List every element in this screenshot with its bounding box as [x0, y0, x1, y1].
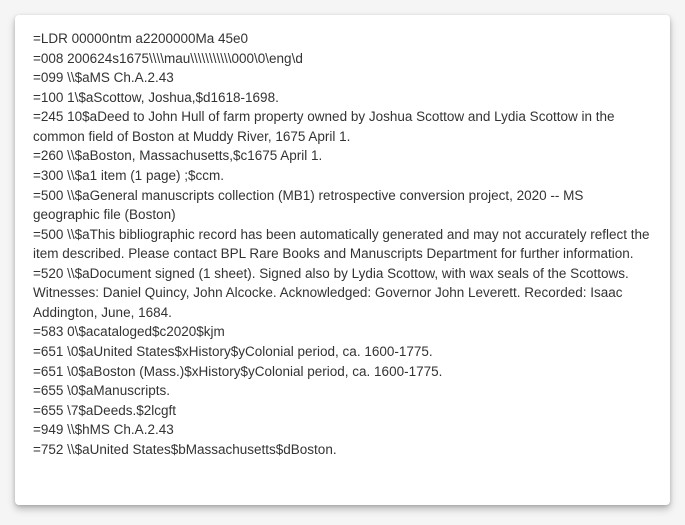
- marc-field-line: =500 \\$aGeneral manuscripts collection …: [33, 186, 652, 225]
- marc-field-line: =245 10$aDeed to John Hull of farm prope…: [33, 107, 652, 146]
- marc-field-line: =LDR 00000ntm a2200000Ma 45e0: [33, 29, 652, 49]
- marc-field-line: =520 \\$aDocument signed (1 sheet). Sign…: [33, 264, 652, 323]
- marc-field-line: =949 \\$hMS Ch.A.2.43: [33, 420, 652, 440]
- marc-field-line: =583 0\$acataloged$c2020$kjm: [33, 322, 652, 342]
- marc-record-card: =LDR 00000ntm a2200000Ma 45e0=008 200624…: [15, 15, 670, 505]
- marc-field-line: =500 \\$aThis bibliographic record has b…: [33, 225, 652, 264]
- marc-field-line: =651 \0$aBoston (Mass.)$xHistory$yColoni…: [33, 362, 652, 382]
- marc-record-container: =LDR 00000ntm a2200000Ma 45e0=008 200624…: [33, 29, 652, 459]
- marc-field-line: =651 \0$aUnited States$xHistory$yColonia…: [33, 342, 652, 362]
- marc-field-line: =752 \\$aUnited States$bMassachusetts$dB…: [33, 440, 652, 460]
- marc-field-line: =300 \\$a1 item (1 page) ;$ccm.: [33, 166, 652, 186]
- marc-field-line: =099 \\$aMS Ch.A.2.43: [33, 68, 652, 88]
- marc-field-line: =008 200624s1675\\\\mau\\\\\\\\\\\000\0\…: [33, 49, 652, 69]
- marc-field-line: =100 1\$aScottow, Joshua,$d1618-1698.: [33, 88, 652, 108]
- marc-field-line: =655 \7$aDeeds.$2lcgft: [33, 401, 652, 421]
- marc-field-line: =260 \\$aBoston, Massachusetts,$c1675 Ap…: [33, 146, 652, 166]
- marc-field-line: =655 \0$aManuscripts.: [33, 381, 652, 401]
